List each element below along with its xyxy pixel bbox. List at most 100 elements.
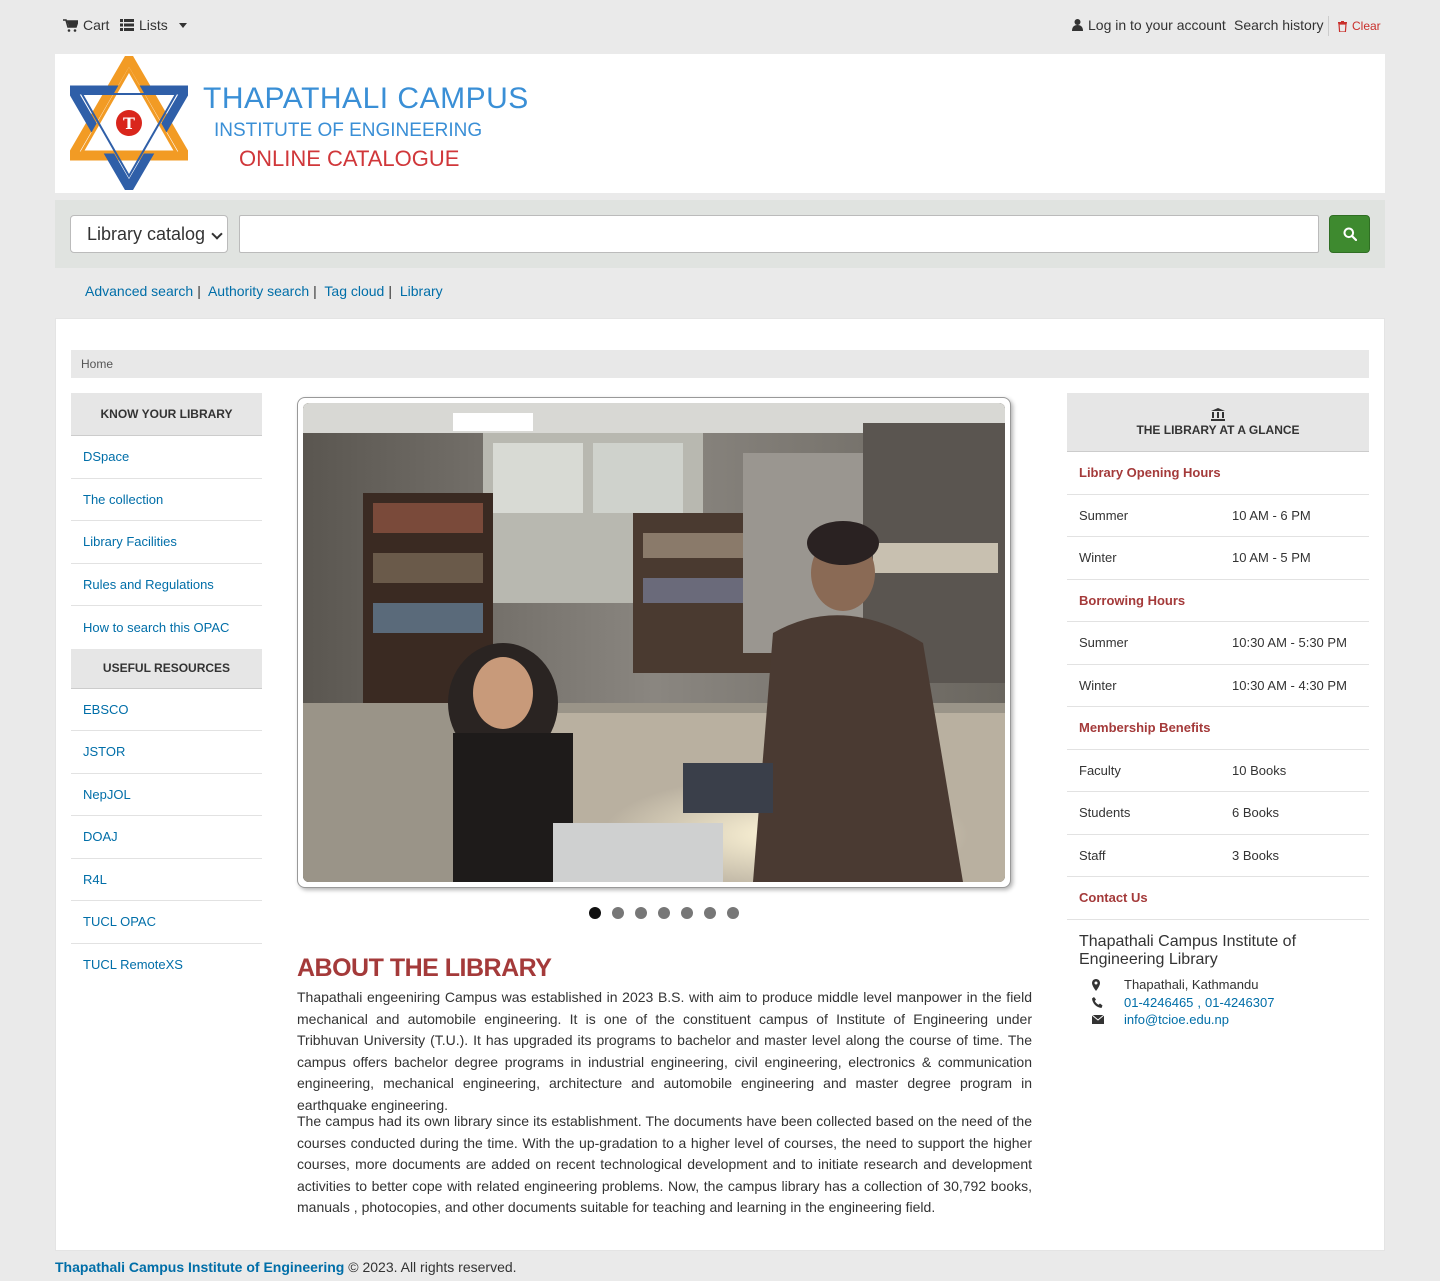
sidebar-item-label[interactable]: Rules and Regulations (83, 577, 214, 592)
phone-link-2[interactable]: 01-4246307 (1205, 995, 1274, 1010)
breadcrumb-home[interactable]: Home (81, 357, 113, 371)
topbar-divider (1328, 16, 1329, 36)
sidebar-item-label[interactable]: R4L (83, 872, 107, 887)
row-key: Students (1079, 805, 1131, 821)
borrowing-hours-title: Borrowing Hours (1067, 580, 1369, 622)
clear-history-link[interactable]: Clear (1338, 19, 1381, 33)
sidebar-item-tucl-opac[interactable]: TUCL OPAC (71, 901, 262, 944)
image-slider[interactable] (297, 397, 1011, 888)
search-bar: Library catalog (55, 200, 1385, 268)
sidebar-item-facilities[interactable]: Library Facilities (71, 521, 262, 564)
chevron-down-icon (211, 228, 223, 240)
sidebar-item-label[interactable]: TUCL RemoteXS (83, 957, 183, 972)
search-history-link[interactable]: Search history (1234, 17, 1323, 33)
glance-heading: THE LIBRARY AT A GLANCE (1136, 422, 1300, 437)
logo-institute-name: INSTITUTE OF ENGINEERING (214, 120, 483, 141)
phone-link-1[interactable]: 01-4246465 (1124, 995, 1193, 1010)
library-at-a-glance-panel: THE LIBRARY AT A GLANCE Library Opening … (1067, 393, 1369, 1027)
slider-dot[interactable] (589, 907, 601, 919)
envelope-icon (1092, 1015, 1104, 1024)
email-link[interactable]: info@tcioe.edu.np (1124, 1012, 1229, 1027)
slider-dot[interactable] (635, 907, 647, 919)
sidebar-item-label[interactable]: Library Facilities (83, 534, 177, 549)
about-paragraph-1: Thapathali engeeniring Campus was establ… (297, 989, 1032, 1113)
slider-dot[interactable] (727, 907, 739, 919)
row-key: Summer (1079, 507, 1129, 523)
library-scene-image (303, 403, 1005, 882)
row-value: 10 AM - 5 PM (1232, 550, 1311, 566)
emblem-letter: T (123, 114, 135, 133)
lists-label: Lists (139, 17, 168, 33)
lists-dropdown[interactable]: Lists (120, 17, 187, 33)
page-footer: Thapathali Campus Institute of Engineeri… (55, 1259, 517, 1275)
sidebar-item-rules[interactable]: Rules and Regulations (71, 564, 262, 606)
row-key: Staff (1079, 847, 1106, 863)
row-key: Winter (1079, 550, 1117, 566)
sidebar-item-label[interactable]: How to search this OPAC (83, 620, 229, 635)
tag-cloud-link[interactable]: Tag cloud (324, 283, 384, 299)
sidebar-item-dspace[interactable]: DSpace (71, 436, 262, 479)
slider-dot[interactable] (612, 907, 624, 919)
search-input[interactable] (239, 215, 1319, 253)
library-link[interactable]: Library (400, 283, 443, 299)
contact-us-title: Contact Us (1067, 877, 1369, 920)
login-link[interactable]: Log in to your account (1072, 17, 1226, 33)
trash-icon (1338, 20, 1347, 32)
link-separator: | (197, 283, 201, 299)
sidebar-item-r4l[interactable]: R4L (71, 859, 262, 901)
slider-pagination (589, 907, 739, 919)
table-row: Staff 3 Books (1067, 835, 1369, 877)
phone-separator: , (1197, 995, 1202, 1010)
advanced-search-link[interactable]: Advanced search (85, 283, 193, 299)
sidebar-item-how-to-search[interactable]: How to search this OPAC (71, 606, 262, 649)
sidebar-item-label[interactable]: JSTOR (83, 744, 125, 759)
row-key: Winter (1079, 677, 1117, 693)
sidebar-item-doaj[interactable]: DOAJ (71, 816, 262, 859)
sidebar-item-tucl-remotexs[interactable]: TUCL RemoteXS (71, 944, 262, 987)
table-row: Summer 10 AM - 6 PM (1067, 495, 1369, 537)
contact-address: Thapathali, Kathmandu (1124, 977, 1259, 992)
user-icon (1072, 19, 1083, 31)
table-row: Winter 10 AM - 5 PM (1067, 537, 1369, 580)
sidebar-item-label[interactable]: DOAJ (83, 829, 118, 844)
map-marker-icon (1092, 978, 1100, 991)
logo-campus-name: THAPATHALI CAMPUS (203, 82, 529, 115)
search-icon (1343, 227, 1357, 241)
chevron-down-icon (178, 22, 187, 28)
sidebar-item-label[interactable]: NepJOL (83, 787, 131, 802)
table-row: Faculty 10 Books (1067, 750, 1369, 792)
sidebar-item-collection[interactable]: The collection (71, 479, 262, 521)
search-button[interactable] (1329, 215, 1370, 253)
slider-dot[interactable] (704, 907, 716, 919)
sidebar-item-jstor[interactable]: JSTOR (71, 731, 262, 774)
contact-email-line: info@tcioe.edu.np (1092, 1012, 1229, 1027)
slider-dot[interactable] (681, 907, 693, 919)
sidebar-item-label[interactable]: DSpace (83, 449, 129, 464)
left-sidebar: KNOW YOUR LIBRARY DSpace The collection … (71, 393, 262, 986)
row-key: Summer (1079, 635, 1129, 651)
search-scope-select[interactable]: Library catalog (70, 215, 228, 253)
sidebar-item-label[interactable]: TUCL OPAC (83, 914, 156, 929)
sidebar-item-label[interactable]: EBSCO (83, 702, 129, 717)
contact-library-name: Thapathali Campus Institute of Engineeri… (1079, 933, 1297, 968)
campus-emblem-logo[interactable]: T (70, 56, 188, 190)
breadcrumb: Home (71, 350, 1369, 378)
top-navbar: Cart Lists Log in to your account Search… (0, 0, 1440, 52)
contact-address-line: Thapathali, Kathmandu (1092, 977, 1258, 992)
slider-dot[interactable] (658, 907, 670, 919)
sidebar-item-ebsco[interactable]: EBSCO (71, 689, 262, 731)
link-separator: | (388, 283, 392, 299)
authority-search-link[interactable]: Authority search (208, 283, 309, 299)
site-header: T THAPATHALI CAMPUS INSTITUTE OF ENGINEE… (55, 54, 1385, 193)
institution-icon (1211, 407, 1225, 421)
table-row: Summer 10:30 AM - 5:30 PM (1067, 622, 1369, 665)
row-value: 10:30 AM - 5:30 PM (1232, 635, 1347, 651)
membership-benefits-title: Membership Benefits (1067, 707, 1369, 750)
sidebar-item-label[interactable]: The collection (83, 492, 163, 507)
footer-org-link[interactable]: Thapathali Campus Institute of Engineeri… (55, 1259, 344, 1275)
about-title: ABOUT THE LIBRARY (297, 954, 552, 982)
row-value: 10:30 AM - 4:30 PM (1232, 677, 1347, 693)
cart-button[interactable]: Cart (63, 17, 109, 33)
search-history-label: Search history (1234, 17, 1324, 33)
sidebar-item-nepjol[interactable]: NepJOL (71, 774, 262, 816)
